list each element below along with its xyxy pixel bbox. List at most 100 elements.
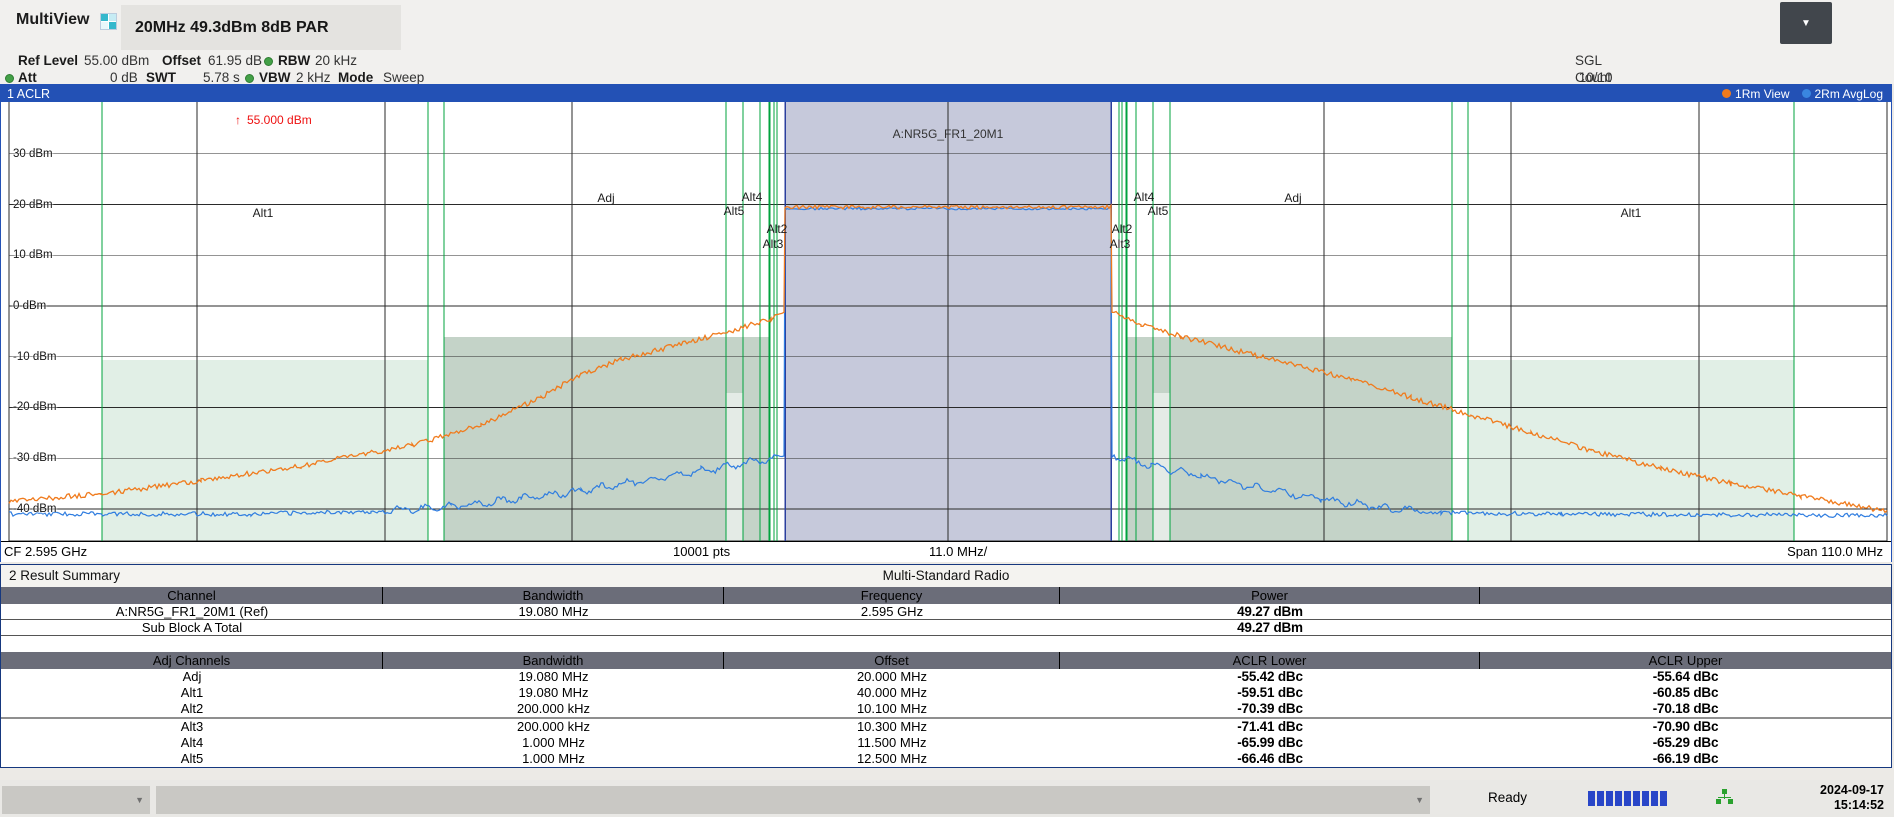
channel-band-label: Alt5 — [724, 204, 745, 218]
tab-channel-label: 20MHz 49.3dBm 8dB PAR — [135, 19, 329, 37]
channel-band-label: Alt4 — [742, 190, 763, 204]
result-summary-titlebar: 2 Result Summary Multi-Standard Radio — [1, 565, 1891, 587]
progress-segment — [1642, 791, 1649, 806]
header-cell: Offset — [724, 652, 1060, 669]
y-axis-label: 30 dBm — [13, 147, 53, 161]
cell — [1480, 620, 1891, 636]
y-axis-label: 10 dBm — [13, 248, 53, 262]
trace2-dot-icon — [1802, 89, 1811, 98]
cell: -65.99 dBc — [1060, 735, 1480, 751]
legend-trace2[interactable]: 2Rm AvgLog — [1802, 87, 1884, 101]
status-bar: ▼ ▼ Ready 2024-09-17 15:14:52 — [0, 780, 1894, 817]
status-selector-left[interactable]: ▼ — [2, 786, 150, 814]
sweep-progress-bar — [1588, 791, 1667, 806]
status-message-panel[interactable]: ▼ — [156, 786, 1430, 814]
mode-label[interactable]: Mode — [338, 70, 373, 85]
att-led-icon — [5, 74, 14, 83]
cell: -70.90 dBc — [1480, 717, 1891, 735]
progress-segment — [1624, 791, 1631, 806]
cell: -55.64 dBc — [1480, 669, 1891, 685]
y-axis-label: -10 dBm — [13, 350, 56, 364]
result-summary-title: 2 Result Summary — [9, 568, 120, 583]
progress-segment — [1615, 791, 1622, 806]
cell: 19.080 MHz — [383, 685, 724, 701]
table-row: Sub Block A Total49.27 dBm — [1, 620, 1891, 636]
tab-bar: MultiView 20MHz 49.3dBm 8dB PAR ▼ — [0, 0, 1894, 50]
span-value[interactable]: Span 110.0 MHz — [1787, 544, 1883, 559]
legend-trace1[interactable]: 1Rm View — [1722, 87, 1789, 101]
cell: A:NR5G_FR1_20M1 (Ref) — [1, 604, 383, 620]
cell: -60.85 dBc — [1480, 685, 1891, 701]
progress-segment — [1633, 791, 1640, 806]
offset-label[interactable]: Offset — [162, 53, 201, 68]
header-cell — [1480, 587, 1891, 604]
date-value: 2024-09-17 — [1820, 783, 1884, 798]
chevron-down-icon: ▼ — [135, 795, 144, 805]
tab-channel[interactable]: 20MHz 49.3dBm 8dB PAR — [121, 5, 401, 50]
header-cell: Frequency — [724, 587, 1060, 604]
cell: Sub Block A Total — [1, 620, 383, 636]
mode-value[interactable]: Sweep — [383, 70, 424, 85]
sgl-indicator: SGL — [1575, 53, 1602, 68]
cell: 20.000 MHz — [724, 669, 1060, 685]
header-cell: Bandwidth — [383, 587, 724, 604]
cell: -59.51 dBc — [1060, 685, 1480, 701]
multiview-icon — [100, 13, 117, 30]
ref-level-label[interactable]: Ref Level — [18, 53, 78, 68]
table-row: Adj19.080 MHz20.000 MHz-55.42 dBc-55.64 … — [1, 669, 1891, 685]
header-cell: Adj Channels — [1, 652, 383, 669]
cell — [1480, 604, 1891, 620]
aclr-window: 1 ACLR 1Rm View 2Rm AvgLog ↑ 55.000 dBm … — [0, 84, 1892, 562]
cell: 40.000 MHz — [724, 685, 1060, 701]
chevron-down-icon: ▼ — [1801, 18, 1811, 29]
tab-multiview[interactable]: MultiView — [16, 11, 90, 29]
y-axis-label: 20 dBm — [13, 198, 53, 212]
aclr-window-titlebar: 1 ACLR 1Rm View 2Rm AvgLog — [1, 85, 1891, 102]
y-axis-label: 0 dBm — [13, 299, 46, 313]
cell: Alt3 — [1, 717, 383, 735]
att-label[interactable]: Att — [18, 70, 37, 85]
ready-status: Ready — [1488, 790, 1527, 805]
cell: 1.000 MHz — [383, 735, 724, 751]
channel-band-label: Alt2 — [767, 222, 788, 236]
aclr-window-title: 1 ACLR — [7, 87, 50, 101]
table-row: A:NR5G_FR1_20M1 (Ref)19.080 MHz2.595 GHz… — [1, 604, 1891, 620]
channel-band-label: Alt2 — [1112, 222, 1133, 236]
progress-segment — [1588, 791, 1595, 806]
y-axis-label: -20 dBm — [13, 400, 56, 414]
header-cell: Channel — [1, 587, 383, 604]
swt-value[interactable]: 5.78 s — [203, 70, 240, 85]
header-cell: Bandwidth — [383, 652, 724, 669]
table-row: Alt2200.000 kHz10.100 MHz-70.39 dBc-70.1… — [1, 701, 1891, 717]
swt-label[interactable]: SWT — [146, 70, 176, 85]
network-status-icon — [1716, 789, 1734, 807]
table-header-row: ChannelBandwidthFrequencyPower — [1, 587, 1891, 604]
rbw-value[interactable]: 20 kHz — [315, 53, 357, 68]
progress-segment — [1651, 791, 1658, 806]
plot-footer: CF 2.595 GHz 10001 pts 11.0 MHz/ Span 11… — [1, 541, 1891, 562]
system-dropdown-button[interactable]: ▼ — [1780, 2, 1832, 44]
ref-level-value[interactable]: 55.00 dBm — [84, 53, 149, 68]
cell: 19.080 MHz — [383, 604, 724, 620]
cell: Alt5 — [1, 751, 383, 767]
channel-band-label: Adj — [1284, 191, 1301, 205]
progress-segment — [1597, 791, 1604, 806]
offset-value[interactable]: 61.95 dB — [208, 53, 262, 68]
y-axis-label: -30 dBm — [13, 451, 56, 465]
ref-level-marker: ↑ 55.000 dBm — [235, 113, 312, 127]
vbw-value[interactable]: 2 kHz — [296, 70, 331, 85]
cell — [383, 620, 724, 636]
sweep-points: 10001 pts — [673, 544, 730, 559]
spectrum-plot: ↑ 55.000 dBm A:NR5G_FR1_20M1 30 dBm20 dB… — [1, 102, 1891, 541]
trace1-dot-icon — [1722, 89, 1731, 98]
center-frequency[interactable]: CF 2.595 GHz — [4, 544, 87, 559]
cell: 49.27 dBm — [1060, 604, 1480, 620]
datetime-display: 2024-09-17 15:14:52 — [1820, 783, 1884, 813]
cell — [724, 620, 1060, 636]
vbw-label[interactable]: VBW — [259, 70, 291, 85]
rbw-led-icon — [264, 57, 273, 66]
trace-legend: 1Rm View 2Rm AvgLog — [1722, 85, 1883, 102]
rbw-label[interactable]: RBW — [278, 53, 310, 68]
att-value[interactable]: 0 dB — [110, 70, 138, 85]
table-row: Alt3200.000 kHz10.300 MHz-71.41 dBc-70.9… — [1, 717, 1891, 735]
